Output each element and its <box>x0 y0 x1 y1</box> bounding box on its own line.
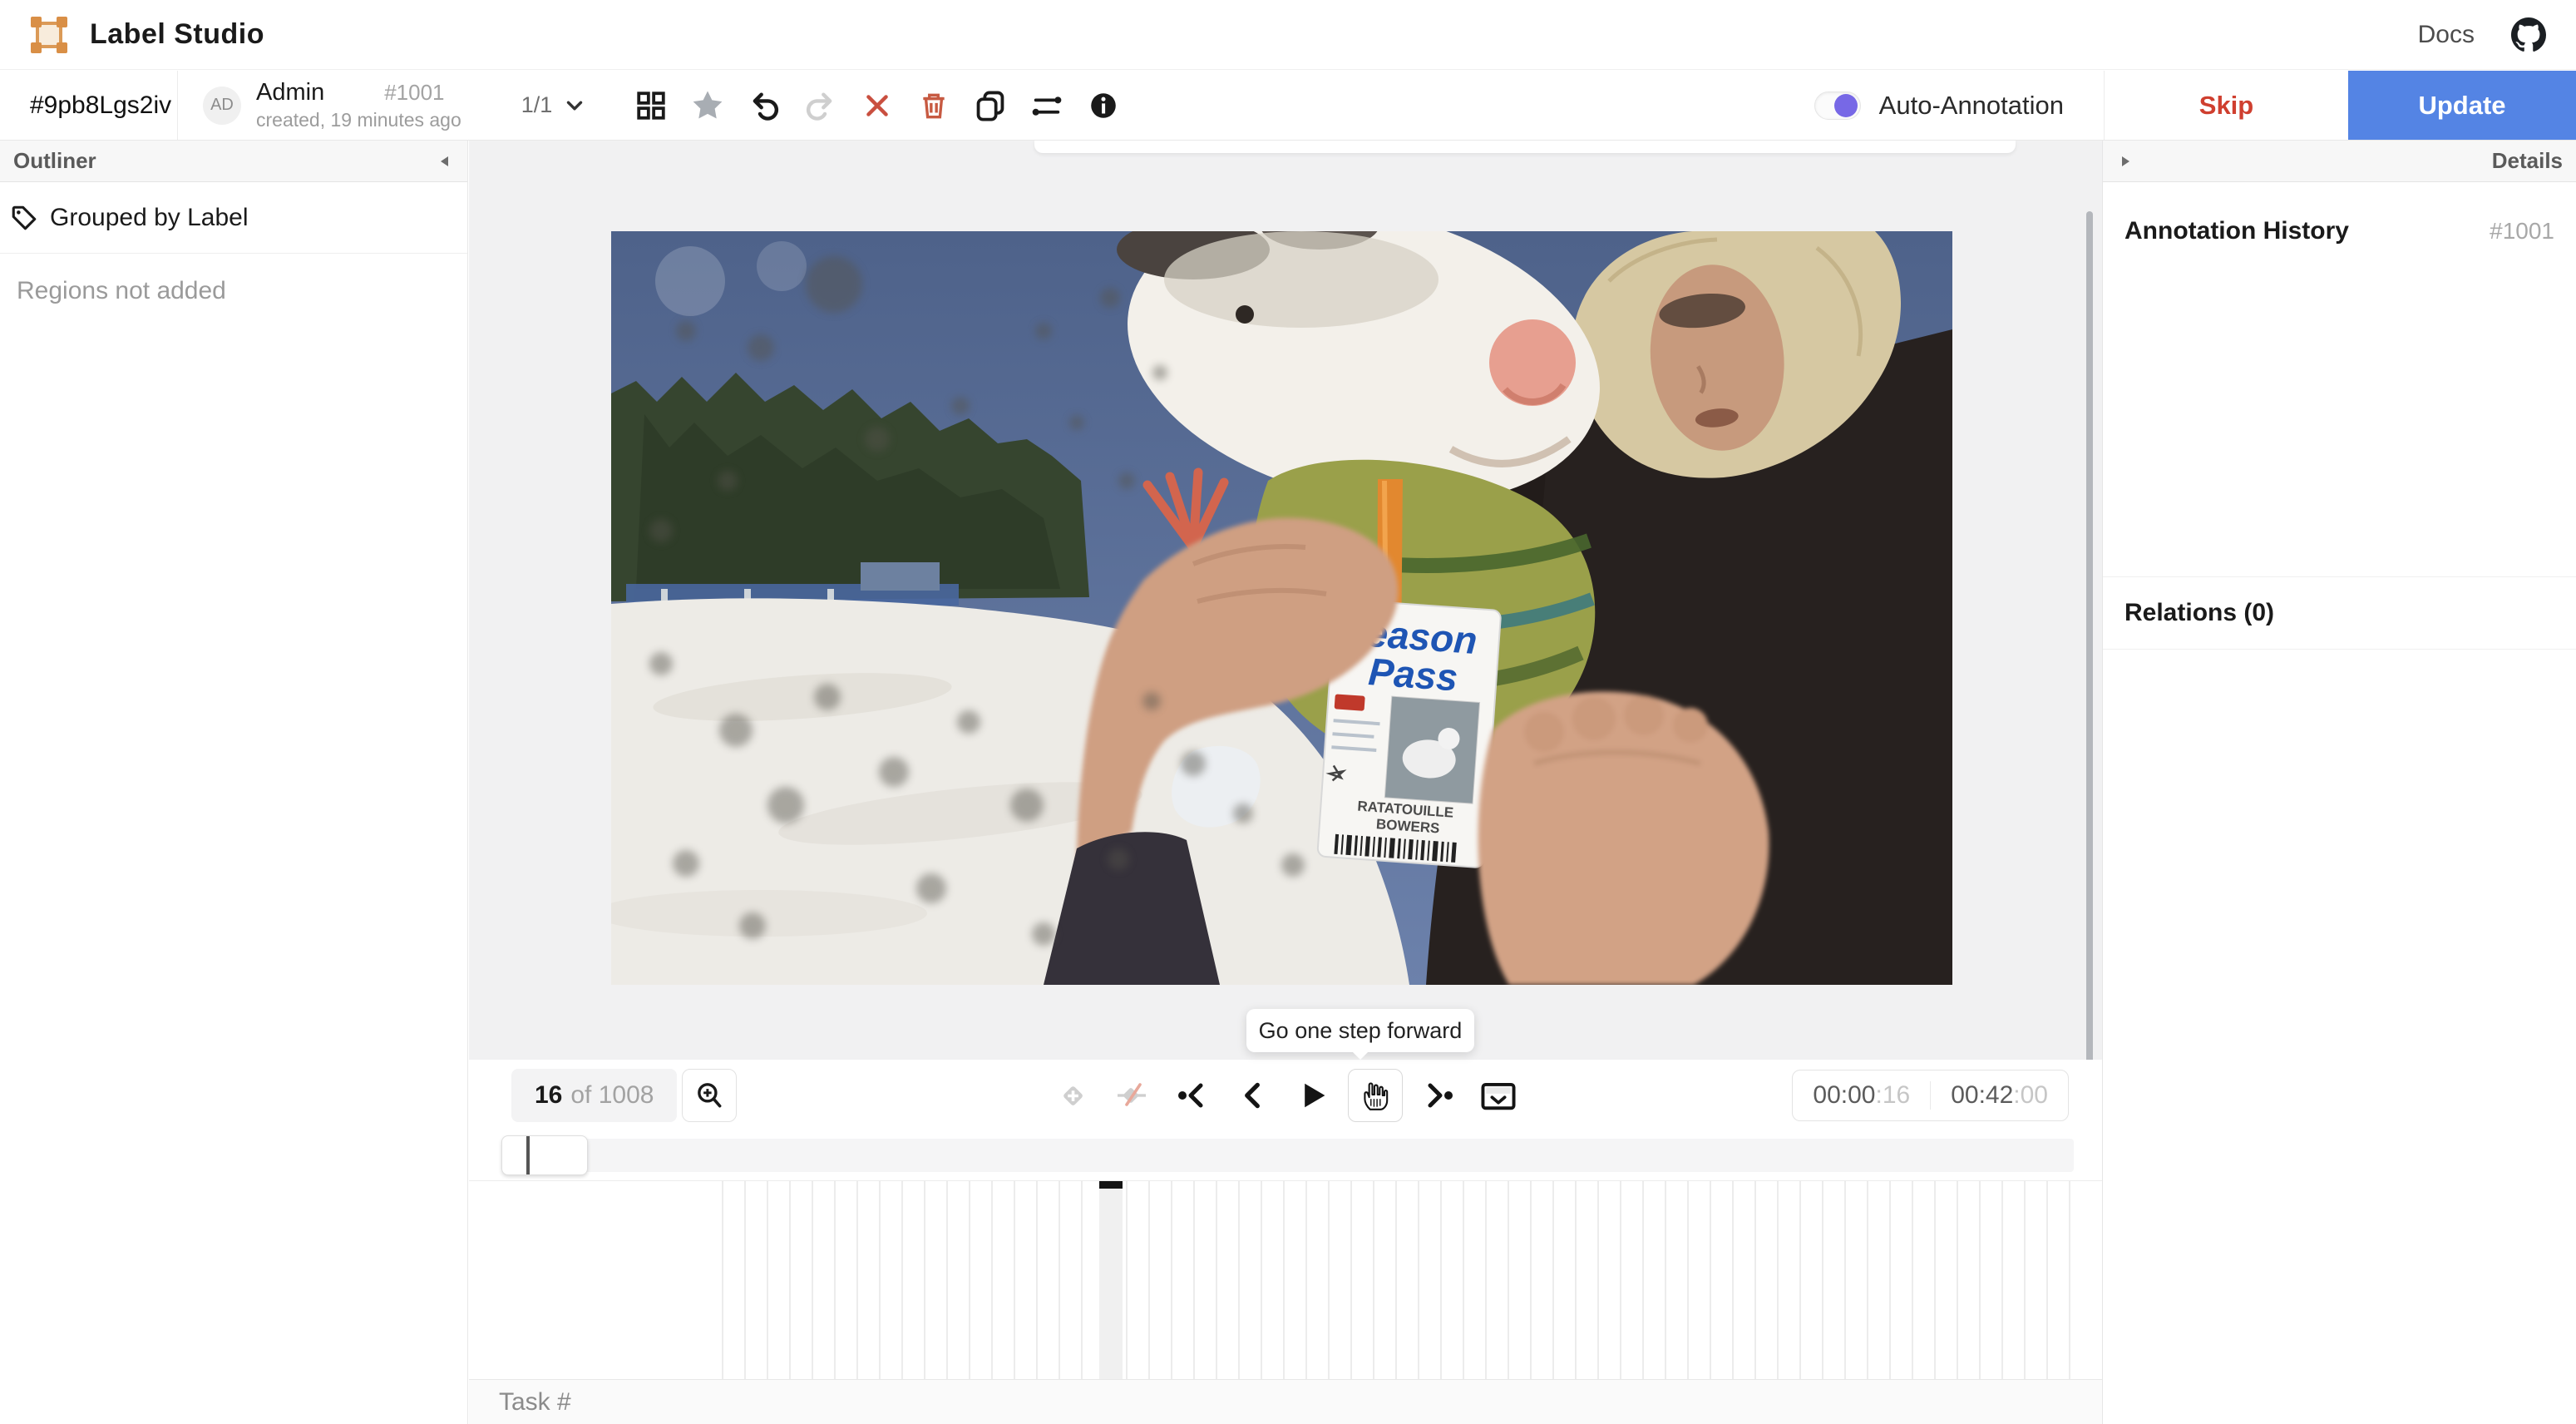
frame-counter[interactable]: 16 of 1008 <box>511 1069 677 1122</box>
annotation-toolbar-icons <box>634 88 1121 123</box>
time-position-frames: :16 <box>1875 1081 1910 1110</box>
task-footer-label: Task # <box>499 1388 571 1417</box>
badge-title-line2: Pass <box>1367 650 1459 699</box>
frame-current[interactable]: 16 <box>535 1081 562 1110</box>
step-backward-button[interactable] <box>1228 1069 1276 1122</box>
relations-section[interactable]: Relations (0) <box>2103 576 2576 650</box>
grid-view-button[interactable] <box>634 88 669 123</box>
details-header: Details <box>2103 141 2576 182</box>
details-title: Details <box>2492 148 2563 174</box>
main-content: Season Pass RATATOUILLE BOWERS <box>469 141 2102 1424</box>
seek-playhead[interactable] <box>526 1136 530 1174</box>
collapse-left-icon[interactable] <box>436 152 454 171</box>
chevron-down-icon <box>562 93 587 118</box>
group-mode-label: Grouped by Label <box>50 204 249 232</box>
app-title: Label Studio <box>90 18 264 51</box>
expand-right-icon[interactable] <box>2116 152 2134 171</box>
playhead-marker[interactable] <box>1099 1181 1123 1189</box>
duplicate-button[interactable] <box>973 88 1008 123</box>
step-forward-tooltip: Go one step forward <box>1246 1009 1474 1052</box>
delete-trash-button[interactable] <box>916 88 951 123</box>
relations-label: Relations (0) <box>2124 599 2274 627</box>
step-forward-button[interactable] <box>1348 1069 1403 1122</box>
settings-swap-button[interactable] <box>1029 88 1064 123</box>
zoom-in-button[interactable] <box>682 1069 737 1122</box>
next-keypoint-button[interactable] <box>1414 1069 1463 1122</box>
update-button[interactable]: Update <box>2348 71 2576 140</box>
tag-icon <box>10 204 38 232</box>
player-lower-area: 16 of 1008 <box>469 1060 2102 1424</box>
star-button[interactable] <box>690 88 725 123</box>
annotation-pager[interactable]: 1/1 <box>521 92 588 118</box>
time-duration-main: 00:42 <box>1951 1081 2013 1110</box>
annotation-created: created, 19 minutes ago <box>256 109 461 131</box>
group-by-label-selector[interactable]: Grouped by Label <box>0 182 467 254</box>
time-position[interactable]: 00:00:16 <box>1793 1081 1930 1110</box>
play-button[interactable] <box>1288 1069 1336 1122</box>
auto-annotation-label: Auto-Annotation <box>1879 91 2064 121</box>
skip-button[interactable]: Skip <box>2104 71 2348 140</box>
frames-panel-toggle-button[interactable] <box>1474 1069 1522 1122</box>
reject-cross-button[interactable] <box>860 88 895 123</box>
info-button[interactable] <box>1086 88 1121 123</box>
annotation-selector[interactable]: AD Admin #1001 created, 19 minutes ago <box>178 79 461 131</box>
time-position-main: 00:00 <box>1813 1081 1875 1110</box>
playhead-column <box>1099 1181 1123 1380</box>
scrolled-toolbar-edge <box>1034 141 2016 153</box>
seek-row <box>469 1132 2102 1180</box>
add-keypoint-button[interactable] <box>1049 1069 1097 1122</box>
playback-controls <box>1049 1069 1522 1122</box>
outliner-header: Outliner <box>0 141 467 182</box>
undo-button[interactable] <box>747 88 782 123</box>
outliner-title: Outliner <box>13 148 96 174</box>
github-icon[interactable] <box>2511 17 2546 52</box>
outliner-panel: Outliner Grouped by Label Regions not ad… <box>0 141 468 1424</box>
docs-link[interactable]: Docs <box>2418 21 2475 49</box>
annotation-history-row[interactable]: Annotation History #1001 <box>2103 182 2576 245</box>
annotation-topbar: #9pb8Lgs2iv AD Admin #1001 created, 19 m… <box>0 71 2576 141</box>
seek-viewport-handle[interactable] <box>501 1135 588 1175</box>
annotation-id: #1001 <box>384 80 444 106</box>
annotation-history-label: Annotation History <box>2124 217 2349 245</box>
workspace: Outliner Grouped by Label Regions not ad… <box>0 141 2576 1424</box>
frame-total: of 1008 <box>570 1081 654 1110</box>
avatar: AD <box>203 87 241 125</box>
frames-timeline[interactable] <box>469 1180 2102 1380</box>
hand-cursor-icon <box>1358 1078 1393 1113</box>
annotator-name: Admin <box>256 79 324 106</box>
previous-keypoint-button[interactable] <box>1168 1069 1216 1122</box>
label-studio-logo-icon[interactable] <box>30 16 68 54</box>
zoom-in-icon <box>693 1080 725 1111</box>
task-id: #9pb8Lgs2iv <box>0 91 177 120</box>
seek-track[interactable] <box>501 1139 2074 1172</box>
timeline-ticks <box>722 1181 2074 1380</box>
regions-empty-message: Regions not added <box>17 277 467 305</box>
pager-value: 1/1 <box>521 92 553 118</box>
video-scene: Season Pass RATATOUILLE BOWERS <box>611 231 1952 985</box>
details-panel: Details Annotation History #1001 Relatio… <box>2102 141 2576 1424</box>
app-header: Label Studio Docs <box>0 0 2576 70</box>
time-duration: 00:42:00 <box>1930 1081 2068 1110</box>
annotation-history-id: #1001 <box>2490 218 2554 245</box>
timecode-display: 00:00:16 00:42:00 <box>1792 1070 2069 1121</box>
time-duration-frames: :00 <box>2013 1081 2048 1110</box>
redo-button[interactable] <box>803 88 838 123</box>
video-frame: Season Pass RATATOUILLE BOWERS <box>611 231 1952 985</box>
auto-annotation-toggle[interactable] <box>1814 91 1861 120</box>
toggle-knob <box>1834 94 1858 117</box>
task-footer: Task # <box>469 1379 2102 1424</box>
interpolation-disabled-button[interactable] <box>1108 1069 1157 1122</box>
player-controls-row: 16 of 1008 <box>469 1060 2102 1132</box>
